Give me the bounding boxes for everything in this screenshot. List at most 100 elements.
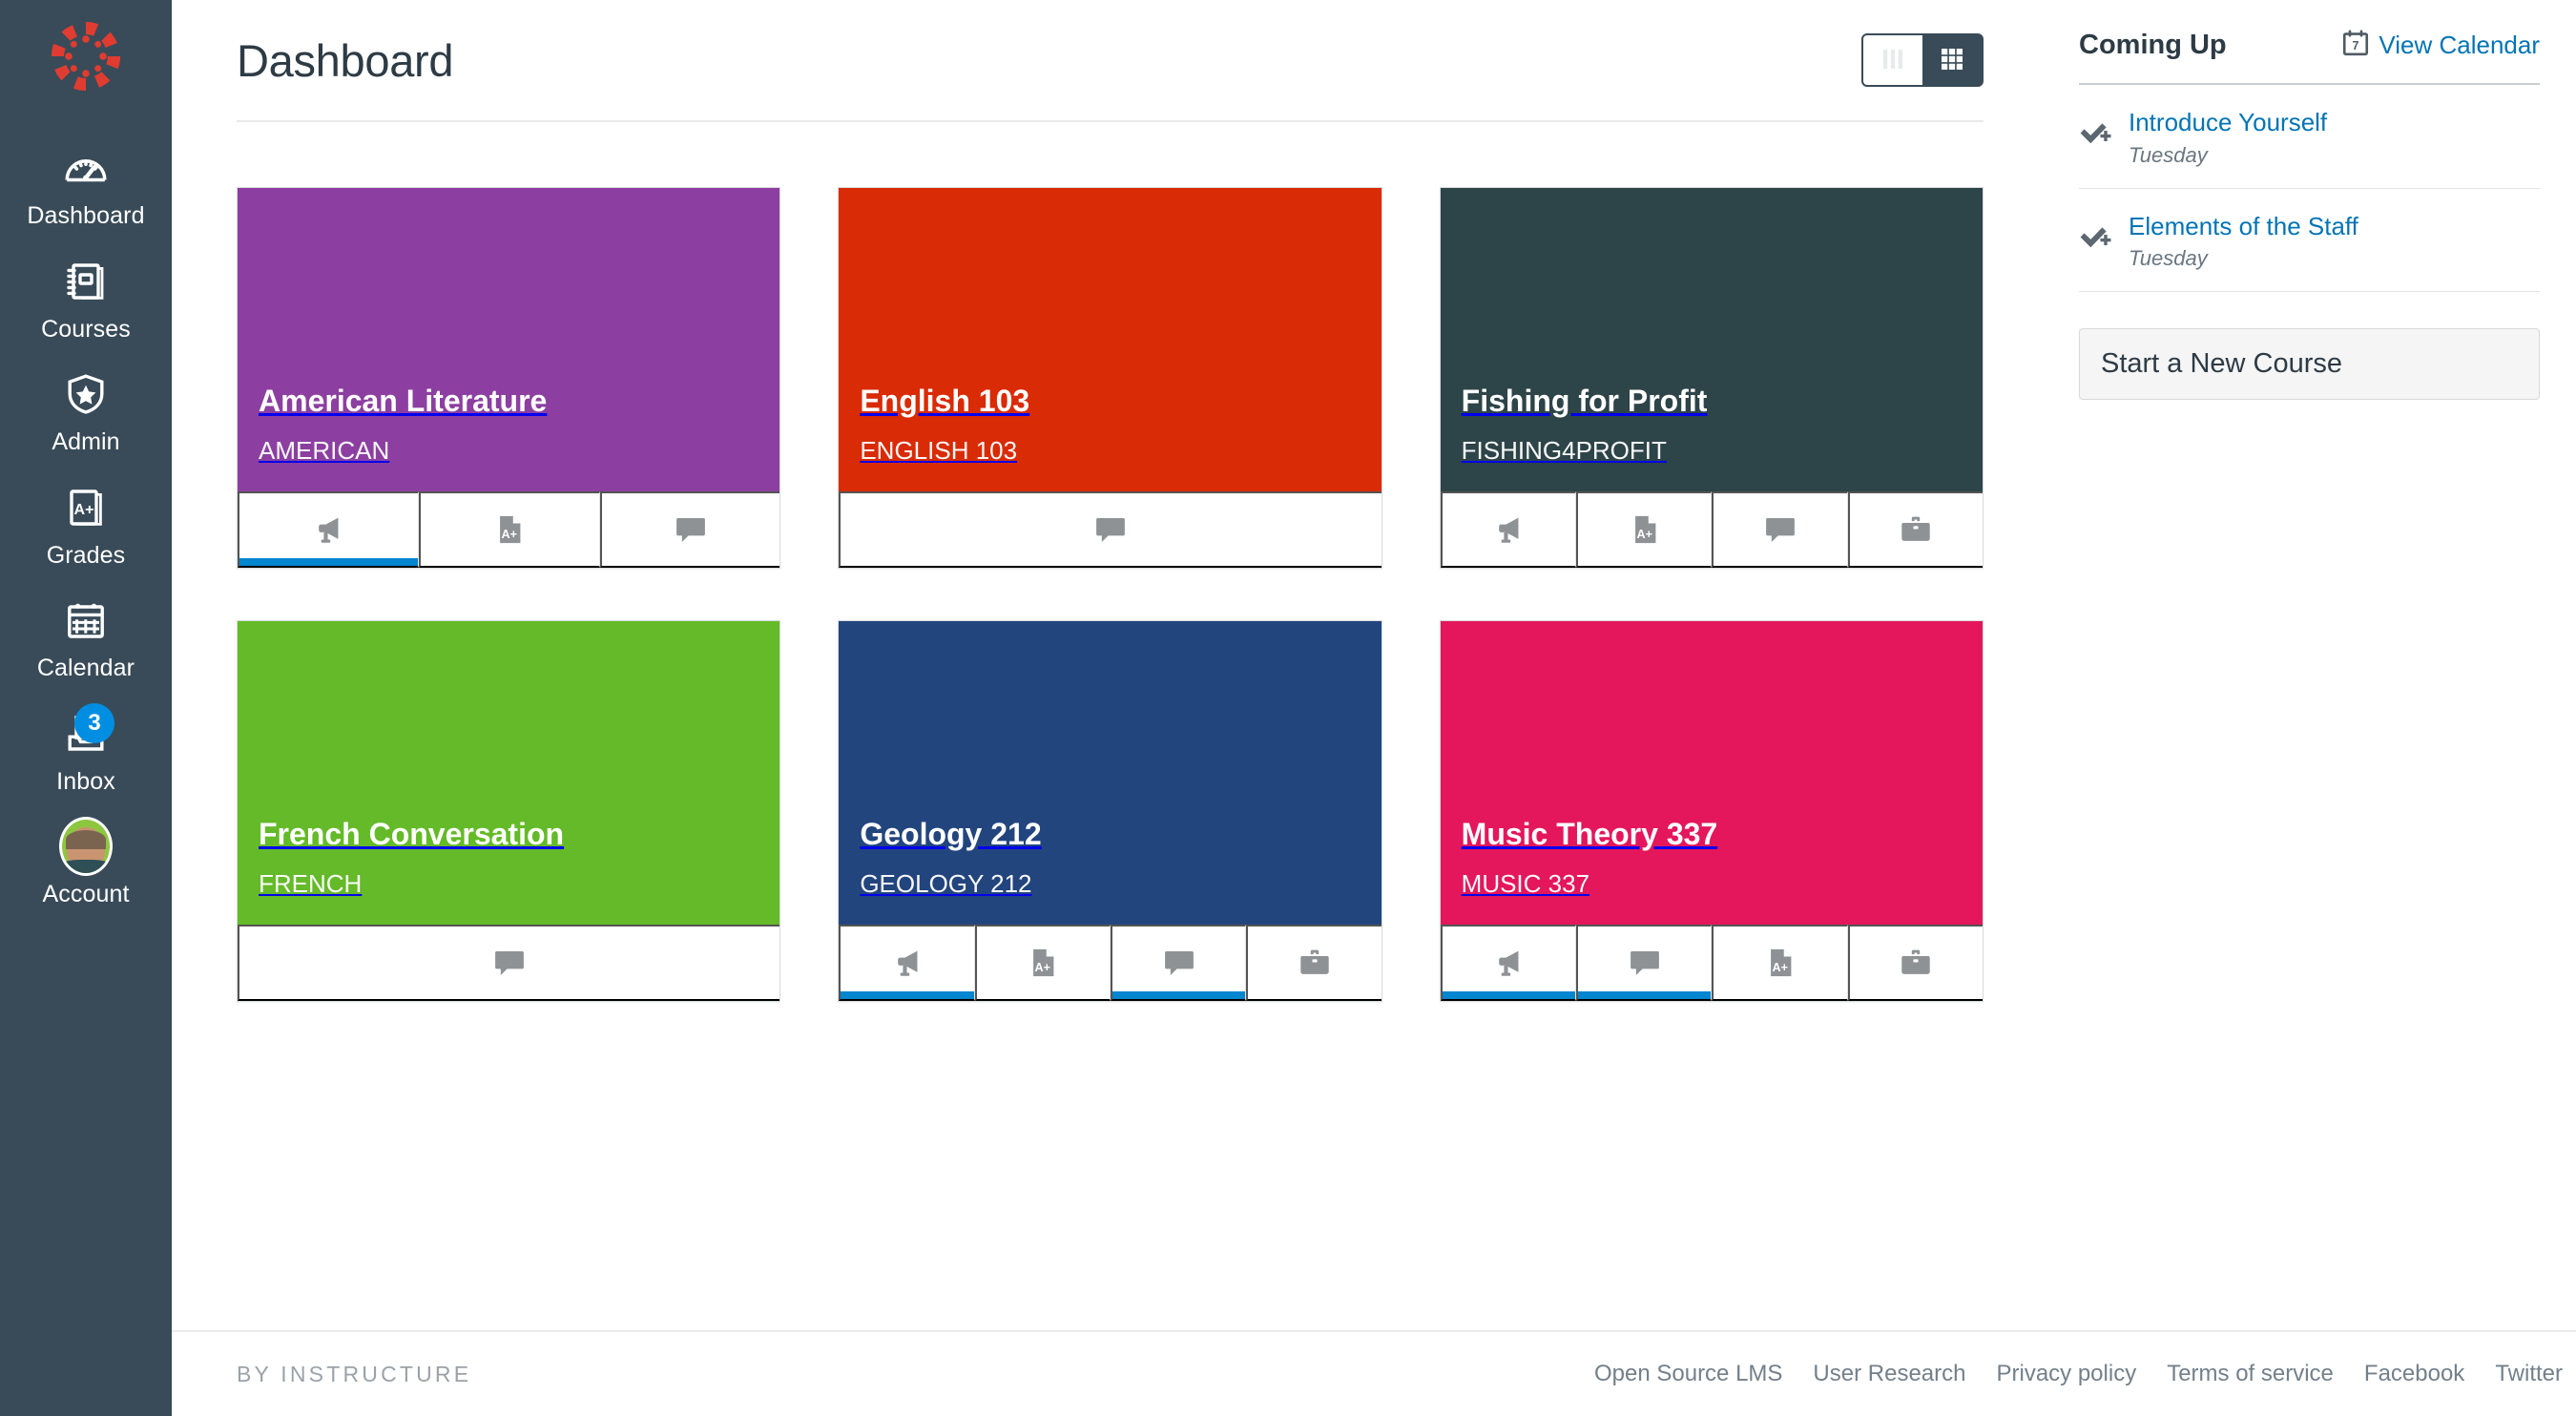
course-card[interactable]: French Conversation FRENCH — [237, 620, 781, 1002]
coming-up-title: Coming Up — [2079, 30, 2227, 60]
svg-text:A+: A+ — [1772, 961, 1787, 974]
upcoming-event-item: Introduce Yourself Tuesday — [2079, 85, 2540, 189]
course-card-actions: A+ — [1440, 491, 1983, 568]
course-card-header[interactable]: Music Theory 337 MUSIC 337 — [1440, 621, 1983, 925]
course-card-header[interactable]: French Conversation FRENCH — [238, 621, 780, 925]
avatar-icon — [59, 817, 113, 876]
discussions-icon — [1762, 511, 1798, 548]
footer-brand: BY INSTRUCTURE — [237, 1361, 472, 1386]
course-action-discussions[interactable] — [1575, 925, 1713, 1001]
start-new-course-button[interactable]: Start a New Course — [2079, 328, 2540, 400]
course-card-code: AMERICAN — [259, 436, 390, 466]
dashboard-icon — [59, 141, 113, 195]
sidebar-item-account[interactable]: Account — [0, 806, 172, 920]
page-title: Dashboard — [237, 34, 454, 86]
course-action-assignments[interactable]: A+ — [1712, 925, 1848, 1001]
course-card-actions: A+ — [1440, 925, 1983, 1001]
course-action-files[interactable] — [1847, 491, 1983, 568]
assignments-icon: A+ — [1026, 946, 1060, 980]
course-card-header[interactable]: American Literature AMERICAN — [238, 188, 780, 491]
course-card-header[interactable]: Geology 212 GEOLOGY 212 — [839, 621, 1381, 925]
upcoming-event-title[interactable]: Elements of the Staff — [2129, 211, 2358, 242]
announcements-icon — [1490, 511, 1527, 548]
footer-link[interactable]: Privacy policy — [1996, 1361, 2136, 1387]
files-icon — [1298, 946, 1332, 980]
course-card-title: English 103 — [860, 383, 1030, 418]
check-plus-icon — [2079, 107, 2113, 152]
footer-links: Open Source LMS User Research Privacy poli… — [1594, 1361, 2566, 1387]
active-indicator-bar — [1577, 991, 1712, 999]
sidebar-item-grades[interactable]: A+ Grades — [0, 468, 172, 581]
course-action-announcements[interactable] — [839, 925, 975, 1001]
sidebar-item-inbox[interactable]: 3 Inbox — [0, 694, 172, 807]
course-card[interactable]: Fishing for Profit FISHING4PROFIT A+ — [1439, 187, 1984, 569]
course-action-files[interactable] — [1246, 925, 1381, 1001]
global-navigation-sidebar: Dashboard Courses Admin A+ Grades Calend… — [0, 0, 172, 1416]
upcoming-event-title[interactable]: Introduce Yourself — [2129, 107, 2327, 138]
course-action-announcements[interactable] — [238, 491, 419, 568]
main-area: Dashboard American Literature AMERICAN A… — [172, 0, 2576, 1416]
discussions-icon — [673, 511, 709, 548]
course-card-code: ENGLISH 103 — [860, 436, 1018, 466]
course-action-assignments[interactable]: A+ — [1575, 491, 1713, 568]
footer-link[interactable]: User Research — [1813, 1361, 1965, 1387]
dashboard-column: Dashboard American Literature AMERICAN A… — [172, 0, 2046, 1330]
sidebar-item-dashboard[interactable]: Dashboard — [0, 128, 172, 241]
course-action-discussions[interactable] — [839, 491, 1381, 568]
list-view-icon — [1879, 45, 1907, 76]
dashboard-view-toggle[interactable] — [1861, 33, 1984, 87]
canvas-logo-icon[interactable] — [47, 17, 125, 95]
course-action-files[interactable] — [1847, 925, 1983, 1001]
course-card-header[interactable]: English 103 ENGLISH 103 — [839, 188, 1381, 491]
course-card-actions — [839, 491, 1381, 568]
course-card-actions — [238, 925, 780, 1001]
sidebar-item-courses[interactable]: Courses — [0, 241, 172, 355]
discussions-icon — [1161, 945, 1197, 981]
right-sidebar: Coming Up 7 View Calendar Introduce Your… — [2046, 0, 2576, 1330]
files-icon — [1899, 512, 1933, 547]
sidebar-item-label: Admin — [52, 428, 120, 455]
assignments-icon: A+ — [1763, 946, 1797, 980]
course-card-actions: A+ — [238, 491, 780, 568]
course-card[interactable]: American Literature AMERICAN A+ — [237, 187, 781, 569]
course-action-announcements[interactable] — [1440, 491, 1576, 568]
sidebar-item-label: Account — [42, 881, 130, 907]
footer-link[interactable]: Terms of service — [2167, 1361, 2334, 1387]
dashboard-page: Dashboard Courses Admin A+ Grades Calend… — [0, 0, 2576, 1416]
course-action-discussions[interactable] — [1712, 491, 1848, 568]
course-card-header[interactable]: Fishing for Profit FISHING4PROFIT — [1440, 188, 1983, 491]
course-card[interactable]: Geology 212 GEOLOGY 212 A+ — [838, 620, 1382, 1002]
course-card-title: Music Theory 337 — [1461, 816, 1718, 851]
footer-link[interactable]: Open Source LMS — [1594, 1361, 1782, 1387]
course-card[interactable]: Music Theory 337 MUSIC 337 A+ — [1439, 620, 1984, 1002]
content-wrapper: Dashboard American Literature AMERICAN A… — [172, 0, 2576, 1330]
course-card[interactable]: English 103 ENGLISH 103 — [838, 187, 1382, 569]
grid-view-button[interactable] — [1922, 35, 1982, 85]
course-action-assignments[interactable]: A+ — [418, 491, 600, 568]
upcoming-event-due: Tuesday — [2129, 246, 2208, 270]
course-card-actions: A+ — [839, 925, 1381, 1001]
list-view-button[interactable] — [1863, 35, 1922, 85]
active-indicator-bar — [841, 991, 974, 999]
course-action-discussions[interactable] — [1110, 925, 1247, 1001]
avatar — [59, 817, 113, 876]
view-calendar-link[interactable]: 7 View Calendar — [2341, 29, 2540, 62]
upcoming-event-due: Tuesday — [2129, 142, 2208, 167]
course-card-code: FISHING4PROFIT — [1461, 436, 1667, 466]
assignments-icon: A+ — [492, 512, 527, 547]
footer-link[interactable]: Twitter — [2495, 1361, 2563, 1387]
course-card-code: GEOLOGY 212 — [860, 869, 1032, 899]
course-action-announcements[interactable] — [1440, 925, 1576, 1001]
sidebar-item-calendar[interactable]: Calendar — [0, 580, 172, 694]
footer-link[interactable]: Facebook — [2364, 1361, 2464, 1387]
svg-text:A+: A+ — [1035, 961, 1050, 974]
sidebar-item-label: Inbox — [56, 767, 115, 795]
course-action-discussions[interactable] — [599, 491, 780, 568]
inbox-unread-badge: 3 — [74, 702, 114, 743]
discussions-icon — [491, 945, 528, 981]
calendar-icon — [59, 593, 113, 647]
course-action-assignments[interactable]: A+ — [974, 925, 1111, 1001]
sidebar-item-admin[interactable]: Admin — [0, 354, 172, 468]
course-action-discussions[interactable] — [238, 925, 780, 1001]
upcoming-event-item: Elements of the Staff Tuesday — [2079, 189, 2540, 292]
